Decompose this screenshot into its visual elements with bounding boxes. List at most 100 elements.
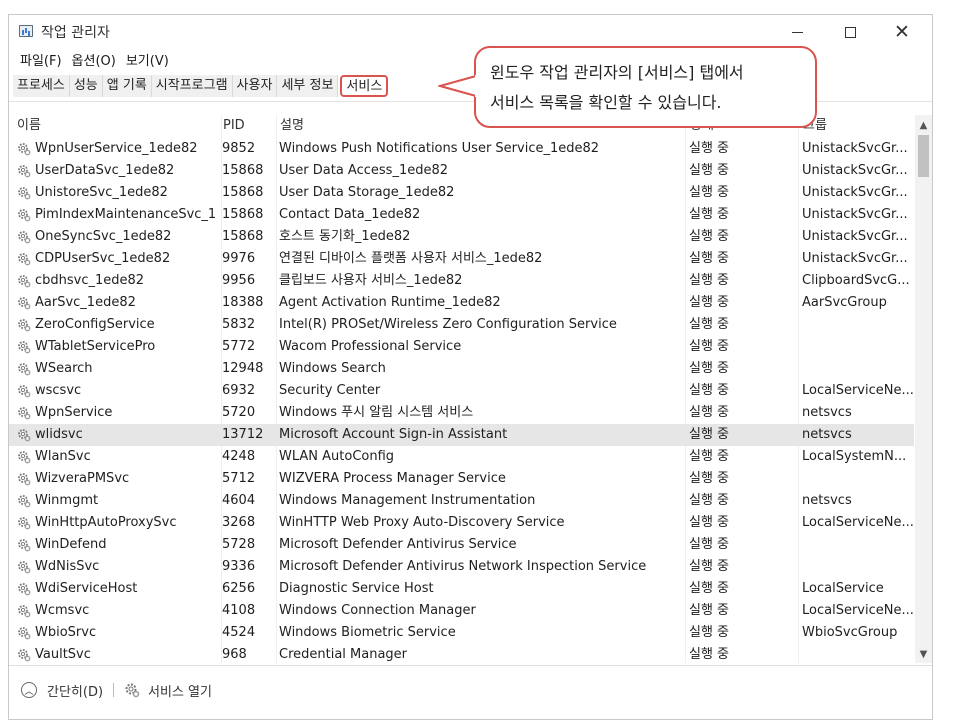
scroll-down-icon[interactable]: ▼ [915,646,932,663]
tab-users[interactable]: 사용자 [232,75,278,97]
table-row[interactable]: OneSyncSvc_1ede82 15868 호스트 동기화_1ede82 실행 중… [9,226,914,248]
tab-details[interactable]: 세부 정보 [277,75,339,97]
service-description: Windows Management Instrumentation [279,493,536,508]
tab-performance[interactable]: 성능 [69,75,103,97]
table-row[interactable]: WdNisSvc 9336 Microsoft Defender Antivirus… [9,556,914,578]
table-row[interactable]: wlidsvc 13712 Microsoft Account Sign-in As… [9,424,914,446]
table-row[interactable]: UnistoreSvc_1ede82 15868 User Data Storage… [9,182,914,204]
service-pid: 9956 [222,273,256,288]
chevron-up-icon[interactable]: ︿ [21,682,37,698]
service-status: 실행 중 [689,339,730,354]
service-group: LocalService [802,581,884,596]
service-description: WIZVERA Process Manager Service [279,471,506,486]
table-row[interactable]: cbdhsvc_1ede82 9956 클립보드 사용자 서비스_1ede82 실행 … [9,270,914,292]
vertical-scrollbar[interactable]: ▲ ▼ [915,115,932,663]
service-pid: 12948 [222,361,264,376]
service-pid: 9852 [222,141,256,156]
service-group: LocalServiceNe... [802,383,914,398]
scroll-up-icon[interactable]: ▲ [915,117,932,134]
service-name: Winmgmt [35,493,99,508]
scroll-thumb[interactable] [918,135,929,177]
service-status: 실행 중 [689,537,730,552]
service-pid: 5720 [222,405,256,420]
service-status: 실행 중 [689,361,730,376]
tab-app-history[interactable]: 앱 기록 [102,75,152,97]
table-row[interactable]: WpnUserService_1ede82 9852 Windows Push No… [9,138,914,160]
service-group: UnistackSvcGr... [802,185,908,200]
service-name: PimIndexMaintenanceSvc_1... [35,207,217,222]
menu-options[interactable]: 옵션(O) [67,51,121,73]
tab-services[interactable]: 서비스 [340,75,389,97]
service-name: UnistoreSvc_1ede82 [35,185,168,200]
tab-bar: 프로세스 성능 앱 기록 시작프로그램 사용자 세부 정보 서비스 [13,75,389,97]
window-title: 작업 관리자 [41,25,110,41]
table-row[interactable]: AarSvc_1ede82 18388 Agent Activation Runti… [9,292,914,314]
service-description: Microsoft Defender Antivirus Network Ins… [279,559,647,574]
table-row[interactable]: WinDefend 5728 Microsoft Defender Antiviru… [9,534,914,556]
table-row[interactable]: ZeroConfigService 5832 Intel(R) PROSet/Wir… [9,314,914,336]
service-group: netsvcs [802,427,852,442]
service-group: UnistackSvcGr... [802,207,908,222]
menu-view[interactable]: 보기(V) [121,51,174,73]
table-row[interactable]: CDPUserSvc_1ede82 9976 연결된 디바이스 플랫폼 사용자 서비… [9,248,914,270]
service-pid: 5772 [222,339,256,354]
service-name: WlanSvc [35,449,91,464]
close-icon: ✕ [894,20,910,43]
service-status: 실행 중 [689,625,730,640]
service-description: WinHTTP Web Proxy Auto-Discovery Service [279,515,565,530]
service-description: Agent Activation Runtime_1ede82 [279,295,501,310]
collapse-link[interactable]: 간단히(D) [47,681,103,700]
table-row[interactable]: wscsvc 6932 Security Center 실행 중 LocalServic… [9,380,914,402]
table-row[interactable]: WbioSrvc 4524 Windows Biometric Service 실행 … [9,622,914,644]
service-status: 실행 중 [689,581,730,596]
service-name: cbdhsvc_1ede82 [35,273,145,288]
table-row[interactable]: WdiServiceHost 6256 Diagnostic Service Hos… [9,578,914,600]
service-status: 실행 중 [689,317,730,332]
table-row[interactable]: VaultSvc 968 Credential Manager 실행 중 [9,644,914,663]
service-status: 실행 중 [689,647,730,662]
close-button[interactable]: ✕ [879,17,925,47]
service-status: 실행 중 [689,405,730,420]
service-status: 실행 중 [689,207,730,222]
table-row[interactable]: Winmgmt 4604 Windows Management Instrument… [9,490,914,512]
service-name: WpnUserService_1ede82 [35,141,198,156]
minimize-button[interactable] [774,17,820,47]
tab-startup[interactable]: 시작프로그램 [151,75,233,97]
table-row[interactable]: PimIndexMaintenanceSvc_1... 15868 Contact … [9,204,914,226]
table-row[interactable]: WTabletServicePro 5772 Wacom Professional … [9,336,914,358]
column-header-pid[interactable]: PID [217,115,273,137]
table-row[interactable]: WSearch 12948 Windows Search 실행 중 [9,358,914,380]
service-status: 실행 중 [689,273,730,288]
table-row[interactable]: WizveraPMSvc 5712 WIZVERA Process Manager … [9,468,914,490]
service-status: 실행 중 [689,163,730,178]
service-pid: 4604 [222,493,256,508]
annotation-callout: 윈도우 작업 관리자의 [서비스] 탭에서 서비스 목록을 확인할 수 있습니다… [474,46,817,128]
table-row[interactable]: WinHttpAutoProxySvc 3268 WinHTTP Web Proxy… [9,512,914,534]
open-services-link[interactable]: 서비스 열기 [148,681,212,700]
tab-processes[interactable]: 프로세스 [13,75,70,97]
service-description: Credential Manager [279,647,408,662]
service-group: UnistackSvcGr... [802,163,908,178]
service-group: UnistackSvcGr... [802,141,908,156]
service-description: 연결된 디바이스 플랫폼 사용자 서비스_1ede82 [279,251,543,266]
service-group: UnistackSvcGr... [802,229,908,244]
service-group: WbioSvcGroup [802,625,898,640]
column-header-name[interactable]: 이름 [11,115,221,137]
table-row[interactable]: Wcmsvc 4108 Windows Connection Manager 실행 중… [9,600,914,622]
service-pid: 6932 [222,383,256,398]
service-name: WdNisSvc [35,559,100,574]
service-name: WdiServiceHost [35,581,138,596]
service-description: User Data Storage_1ede82 [279,185,455,200]
service-group: LocalServiceNe... [802,515,914,530]
table-row[interactable]: UserDataSvc_1ede82 15868 User Data Access_… [9,160,914,182]
service-name: WTabletServicePro [35,339,156,354]
service-pid: 9976 [222,251,256,266]
maximize-button[interactable] [827,17,873,47]
service-description: Intel(R) PROSet/Wireless Zero Configurat… [279,317,617,332]
table-row[interactable]: WpnService 5720 Windows 푸시 알림 시스템 서비스 실행 중 n… [9,402,914,424]
table-row[interactable]: WlanSvc 4248 WLAN AutoConfig 실행 중 LocalSyste… [9,446,914,468]
service-pid: 15868 [222,207,264,222]
service-name: OneSyncSvc_1ede82 [35,229,172,244]
menu-file[interactable]: 파일(F) [15,51,67,73]
bottom-separator [113,683,115,697]
